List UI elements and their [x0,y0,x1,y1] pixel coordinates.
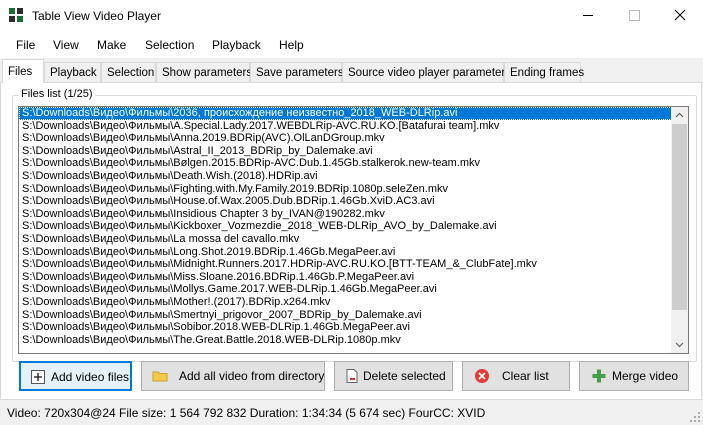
merge-video-button[interactable]: Merge video [579,361,689,391]
list-item[interactable]: S:\Downloads\Видео\Фильмы\Mother!.(2017)… [19,296,672,309]
list-item[interactable]: S:\Downloads\Видео\Фильмы\Mollys.Game.20… [19,283,672,296]
list-item[interactable]: S:\Downloads\Видео\Фильмы\A.Special.Lady… [19,120,672,133]
list-item[interactable]: S:\Downloads\Видео\Фильмы\Long.Shot.2019… [19,246,672,259]
delete-selected-label: Delete selected [363,369,446,383]
tab-source-video-player-parameters[interactable]: Source video player parameters [342,62,511,82]
menu-bar: File View Make Selection Playback Help [0,31,703,58]
list-item[interactable]: S:\Downloads\Видео\Фильмы\Bølgen.2015.BD… [19,157,672,170]
files-tab-panel: Files list (1/25) S:\Downloads\Видео\Фил… [0,82,702,400]
add-all-video-label: Add all video from directory [179,369,325,383]
delete-file-icon [346,369,358,383]
resize-grip-icon[interactable] [689,411,701,423]
list-item[interactable]: S:\Downloads\Видео\Фильмы\2036, происхож… [19,107,672,120]
maximize-button[interactable] [611,0,657,31]
clear-list-button[interactable]: Clear list [462,361,570,391]
list-item[interactable]: S:\Downloads\Видео\Фильмы\Miss.Sloane.20… [19,271,672,284]
tab-save-parameters[interactable]: Save parameters [250,62,344,82]
files-list-label: Files list (1/25) [19,88,95,100]
tab-selection[interactable]: Selection [101,62,156,82]
scroll-up-icon[interactable] [671,107,688,124]
clear-icon [475,369,489,383]
app-grid-icon [9,8,23,22]
menu-playback[interactable]: Playback [212,38,261,52]
minimize-icon [583,15,593,16]
menu-selection[interactable]: Selection [145,38,194,52]
menu-file[interactable]: File [16,38,35,52]
list-item[interactable]: S:\Downloads\Видео\Фильмы\Smertnyi_prigo… [19,309,672,322]
list-item[interactable]: S:\Downloads\Видео\Фильмы\Death.Wish.(20… [19,170,672,183]
menu-view[interactable]: View [53,38,79,52]
list-item[interactable]: S:\Downloads\Видео\Фильмы\La mossa del c… [19,233,672,246]
tab-ending-frames[interactable]: Ending frames [504,62,584,82]
close-icon [674,9,686,21]
maximize-icon [629,10,640,21]
list-item[interactable]: S:\Downloads\Видео\Фильмы\Insidious Chap… [19,208,672,221]
scroll-thumb[interactable] [672,124,687,310]
tab-files[interactable]: Files [2,59,44,83]
files-listbox[interactable]: S:\Downloads\Видео\Фильмы\2036, происхож… [18,106,689,354]
window-title: Table View Video Player [32,9,161,23]
close-button[interactable] [657,0,703,31]
list-item[interactable]: S:\Downloads\Видео\Фильмы\House.of.Wax.2… [19,195,672,208]
add-file-icon [31,370,45,384]
add-all-video-button[interactable]: Add all video from directory [141,361,325,391]
add-video-files-button[interactable]: Add video files [19,361,132,391]
menu-help[interactable]: Help [279,38,304,52]
list-item[interactable]: S:\Downloads\Видео\Фильмы\Sobibor.2018.W… [19,321,672,334]
title-bar: Table View Video Player [0,0,703,31]
list-item[interactable]: S:\Downloads\Видео\Фильмы\Astral_II_2013… [19,145,672,158]
tab-strip: Files Playback Selection Show parameters… [0,58,703,84]
status-text: Video: 720x304@24 File size: 1 564 792 8… [7,406,486,420]
list-item[interactable]: S:\Downloads\Видео\Фильмы\Midnight.Runne… [19,258,672,271]
plus-icon [592,369,606,383]
list-item[interactable]: S:\Downloads\Видео\Фильмы\Fighting.with.… [19,183,672,196]
menu-make[interactable]: Make [97,38,126,52]
scroll-down-icon[interactable] [671,336,688,353]
folder-icon [152,371,168,382]
tab-playback[interactable]: Playback [44,62,101,82]
vertical-scrollbar[interactable] [671,107,688,353]
list-item[interactable]: S:\Downloads\Видео\Фильмы\Kickboxer_Vozm… [19,220,672,233]
minimize-button[interactable] [565,0,611,31]
list-item[interactable]: S:\Downloads\Видео\Фильмы\Anna.2019.BDRi… [19,132,672,145]
tab-show-parameters[interactable]: Show parameters [156,62,252,82]
files-list-items: S:\Downloads\Видео\Фильмы\2036, происхож… [19,107,688,346]
add-video-files-label: Add video files [51,370,130,384]
delete-selected-button[interactable]: Delete selected [334,361,453,391]
merge-video-label: Merge video [612,369,679,383]
clear-list-label: Clear list [502,369,549,383]
status-bar: Video: 720x304@24 File size: 1 564 792 8… [0,400,703,425]
list-item[interactable]: S:\Downloads\Видео\Фильмы\The.Great.Batt… [19,334,672,347]
